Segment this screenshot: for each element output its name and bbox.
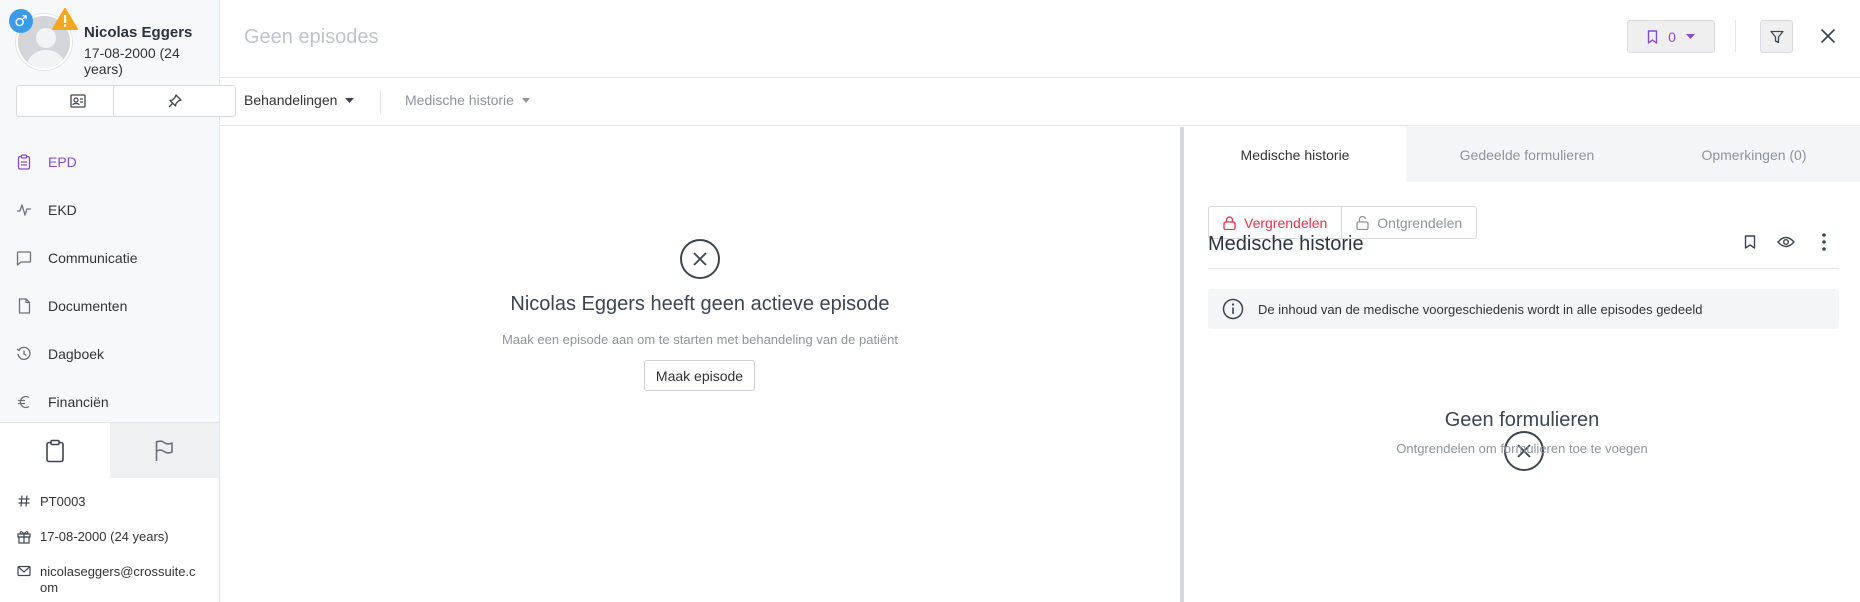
episode-toolbar: Behandelingen Medische historie — [220, 78, 1860, 126]
caret-down-icon — [345, 97, 355, 103]
page-title: Geen episodes — [244, 26, 379, 48]
file-icon — [16, 298, 32, 314]
patient-info: PT0003 17-08-2000 (24 years) nicolasegge… — [0, 478, 219, 602]
chat-icon — [16, 250, 32, 266]
medical-history-label: Medische historie — [405, 92, 514, 108]
mail-icon — [16, 564, 32, 596]
empty-state-subtitle: Maak een episode aan om te starten met b… — [501, 332, 899, 347]
sidebar-item-label: Documenten — [48, 298, 128, 314]
warning-icon[interactable] — [52, 8, 78, 35]
clipboard-icon — [16, 154, 32, 170]
sidebar-nav: EPD EKD Communicatie Documenten Dagboek … — [0, 138, 219, 426]
close-button[interactable] — [1816, 24, 1840, 48]
bookmark-icon — [1647, 29, 1658, 44]
id-card-icon — [69, 94, 86, 108]
tab-patient-info[interactable] — [0, 423, 110, 478]
toolbar-divider — [380, 90, 381, 114]
empty-forms-title: Geen formulieren — [1444, 409, 1600, 431]
sidebar-item-communicatie[interactable]: Communicatie — [0, 234, 219, 282]
tab-flags[interactable] — [109, 423, 219, 478]
close-icon — [1820, 28, 1836, 44]
filter-button[interactable] — [1760, 20, 1793, 53]
patient-birthday: 17-08-2000 (24 years) — [40, 529, 169, 544]
patient-id-row: PT0003 — [16, 494, 86, 509]
panel-title: Medische historie — [1208, 233, 1364, 255]
create-episode-button[interactable]: Maak episode — [644, 360, 755, 391]
email-line-1: nicolaseggers@crossuite.c — [40, 564, 196, 579]
patient-email[interactable]: nicolaseggers@crossuite.c om — [40, 564, 196, 596]
clipboard-icon — [45, 439, 64, 462]
sidebar-item-epd[interactable]: EPD — [0, 138, 219, 186]
panel-tabs: Medische historie Gedeelde formulieren O… — [1184, 127, 1860, 182]
info-notice-text: De inhoud van de medische voorgeschieden… — [1258, 301, 1703, 317]
sidebar-item-dagboek[interactable]: Dagboek — [0, 330, 219, 378]
hash-icon — [16, 494, 32, 509]
sidebar-item-financien[interactable]: Financiën — [0, 378, 219, 426]
bookmark-action[interactable] — [1744, 235, 1756, 249]
sidebar-item-label: EPD — [48, 154, 77, 170]
email-row: nicolaseggers@crossuite.c om — [16, 564, 196, 596]
tab-gedeelde-formulieren[interactable]: Gedeelde formulieren — [1406, 127, 1648, 182]
treatments-label: Behandelingen — [244, 92, 338, 108]
sidebar-item-label: Dagboek — [48, 346, 105, 362]
euro-icon — [16, 394, 32, 410]
lock-label: Vergrendelen — [1244, 214, 1328, 231]
pin-button[interactable] — [113, 85, 236, 117]
header: Geen episodes 0 — [220, 0, 1860, 78]
lock-icon — [1223, 215, 1236, 230]
patient-dob: 17-08-2000 (24 years) — [84, 45, 180, 77]
app: ♂ Nicolas Eggers 17-08-2000 (24 years) E… — [0, 0, 1860, 602]
unlock-icon — [1356, 215, 1369, 230]
sidebar: ♂ Nicolas Eggers 17-08-2000 (24 years) E… — [0, 0, 236, 602]
bookmarks-dropdown[interactable]: 0 — [1627, 20, 1715, 53]
flag-icon — [155, 439, 174, 461]
patient-profile: ♂ Nicolas Eggers 17-08-2000 (24 years) — [0, 0, 219, 78]
eye-icon — [1777, 236, 1795, 248]
more-vertical-icon — [1822, 233, 1826, 251]
gender-male-icon: ♂ — [9, 9, 33, 33]
gift-icon — [16, 529, 32, 544]
caret-down-icon — [1685, 34, 1695, 39]
sidebar-item-ekd[interactable]: EKD — [0, 186, 219, 234]
side-panel: Medische historie Gedeelde formulieren O… — [1184, 127, 1860, 602]
patient-name: Nicolas Eggers — [84, 24, 193, 41]
header-divider — [1735, 20, 1736, 52]
info-notice: De inhoud van de medische voorgeschieden… — [1208, 289, 1839, 329]
history-icon — [16, 346, 32, 362]
more-options-button[interactable] — [1822, 233, 1826, 251]
empty-state-title: Nicolas Eggers heeft geen actieve episod… — [510, 293, 890, 315]
tab-medische-historie[interactable]: Medische historie — [1184, 127, 1406, 182]
bookmark-icon — [1744, 235, 1756, 249]
activity-icon — [16, 202, 32, 218]
sidebar-bottom-tabs — [0, 422, 219, 478]
patient-id: PT0003 — [40, 494, 86, 509]
medical-history-dropdown[interactable]: Medische historie — [405, 92, 530, 108]
empty-state-icon — [680, 239, 720, 279]
info-icon — [1222, 298, 1244, 320]
sidebar-item-label: EKD — [48, 202, 77, 218]
unlock-label: Ontgrendelen — [1377, 214, 1463, 231]
filter-icon — [1769, 30, 1784, 43]
sidebar-item-documenten[interactable]: Documenten — [0, 282, 219, 330]
main-content: Nicolas Eggers heeft geen actieve episod… — [220, 127, 1180, 602]
empty-forms-subtitle: Ontgrendelen om formulieren toe te voege… — [1396, 441, 1648, 456]
email-line-2: om — [40, 580, 59, 595]
sidebar-item-label: Communicatie — [48, 250, 138, 266]
pin-icon — [168, 94, 182, 108]
sidebar-item-label: Financiën — [48, 394, 109, 410]
bookmark-count: 0 — [1668, 28, 1676, 45]
tab-opmerkingen[interactable]: Opmerkingen (0) — [1648, 127, 1860, 182]
birthday-row: 17-08-2000 (24 years) — [16, 529, 169, 544]
caret-down-icon — [521, 97, 530, 103]
preview-action[interactable] — [1777, 236, 1795, 248]
treatments-dropdown[interactable]: Behandelingen — [244, 92, 355, 108]
panel-divider — [1208, 268, 1839, 269]
